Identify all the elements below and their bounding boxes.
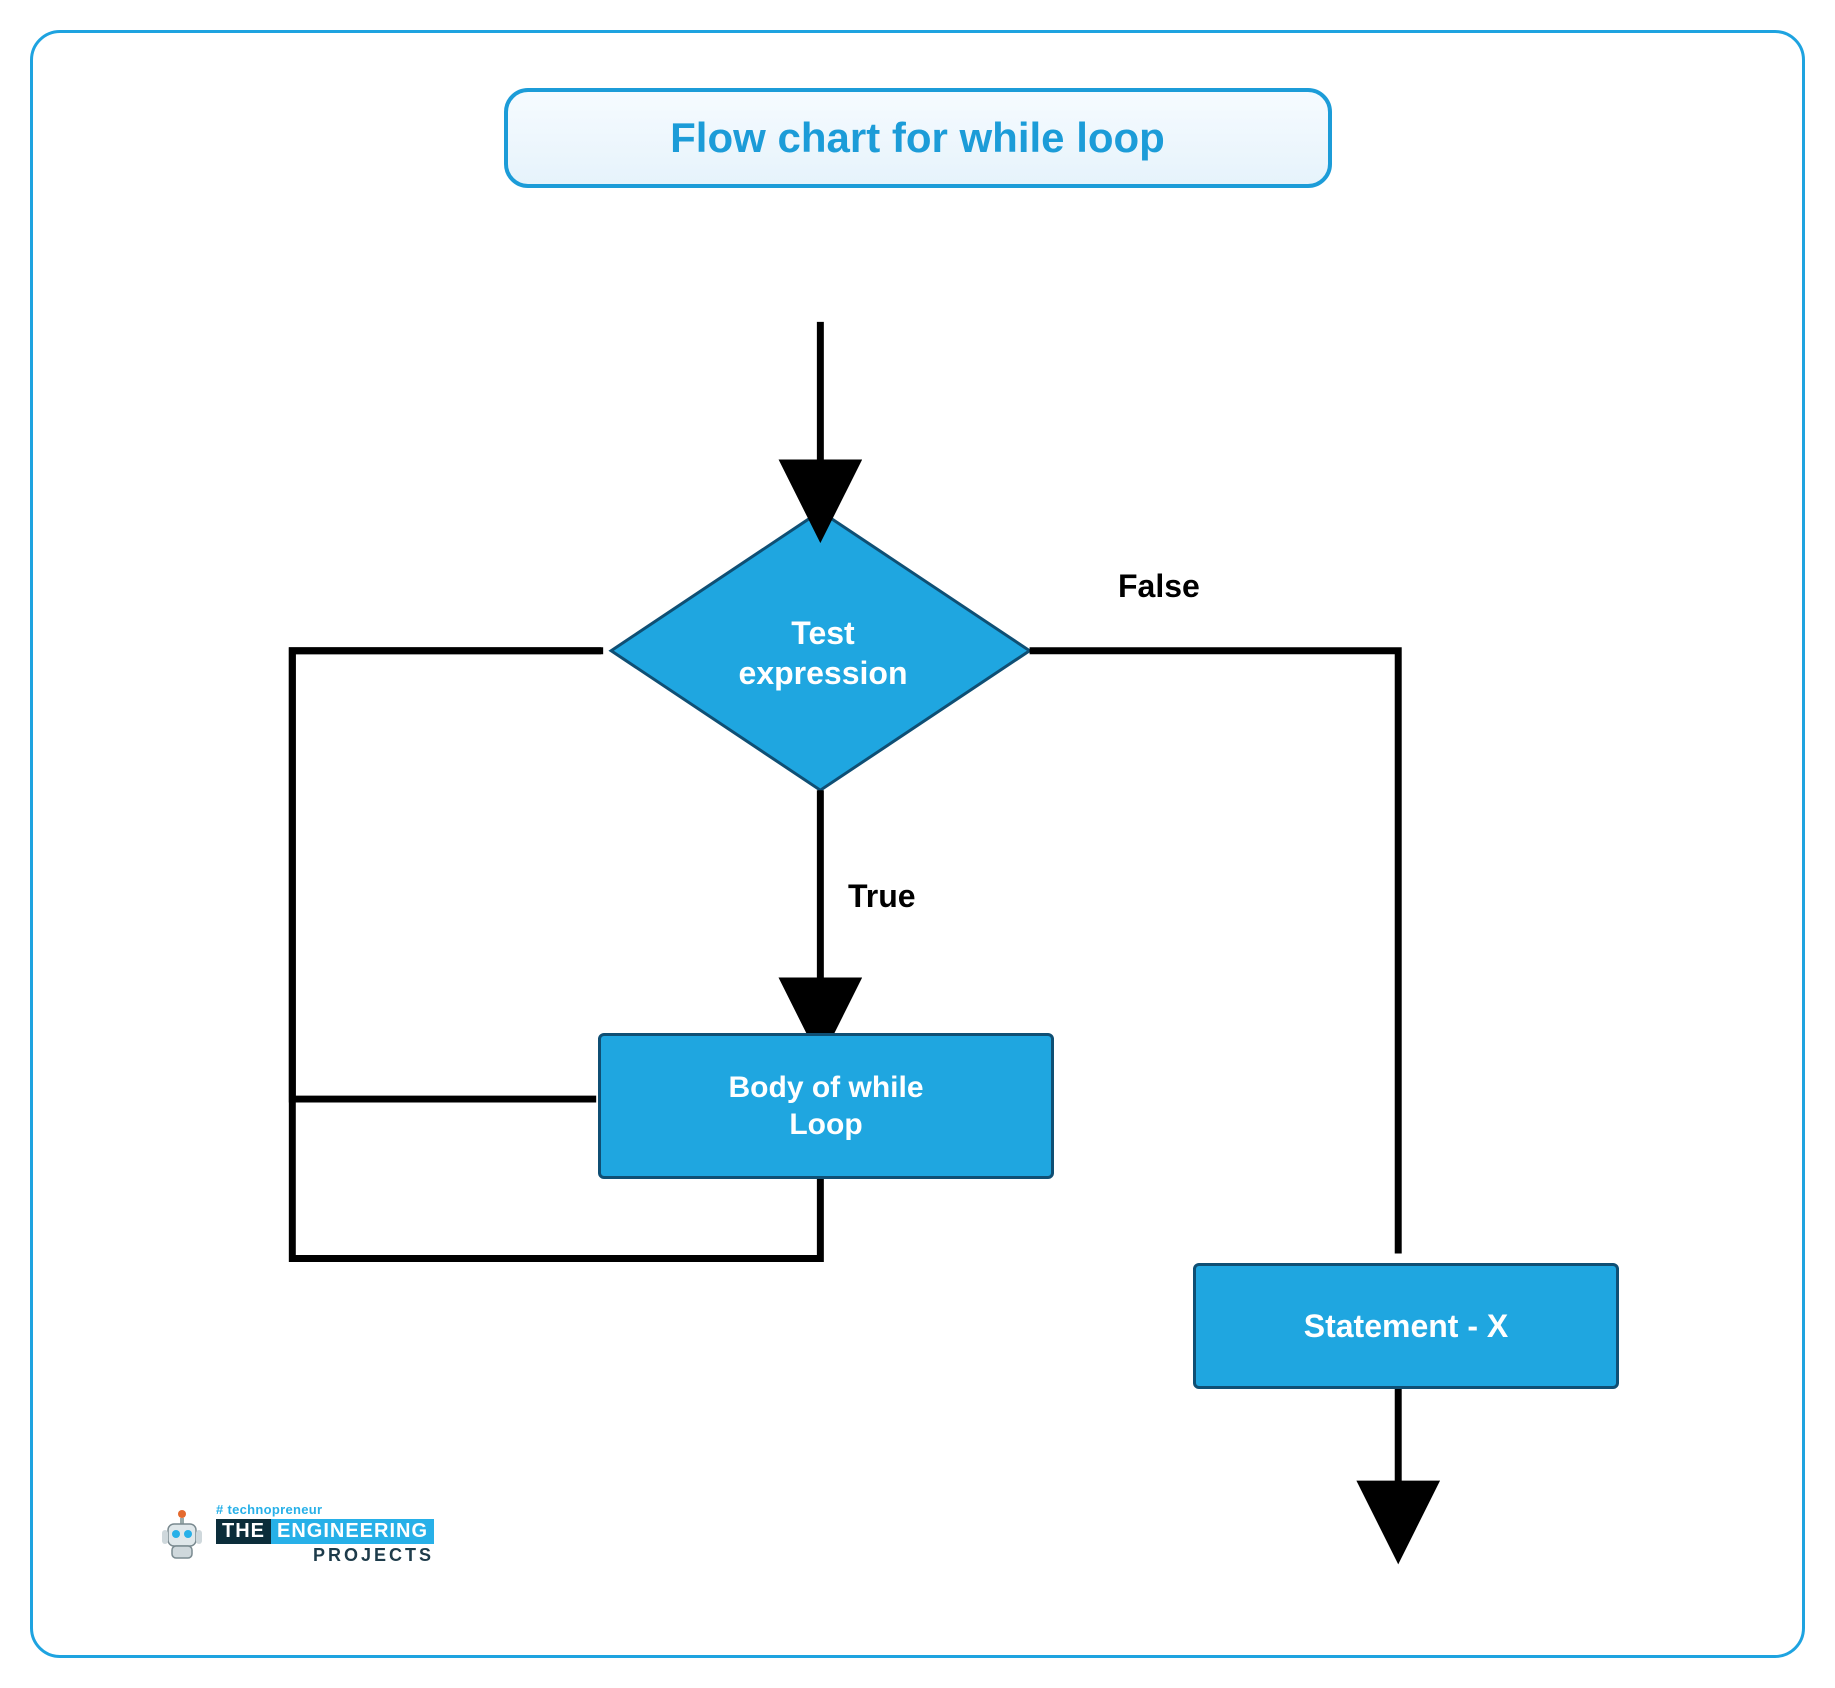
flowchart-svg [33, 33, 1802, 1655]
outer-frame: Flow chart for while loop [0, 0, 1835, 1688]
decision-text: Test expression [739, 613, 908, 693]
watermark-tag: # technopreneur [216, 1503, 434, 1517]
statement-text: Statement - X [1304, 1306, 1508, 1346]
rounded-panel: Flow chart for while loop [30, 30, 1805, 1658]
watermark: # technopreneur THE ENGINEERING PROJECTS [158, 1503, 434, 1565]
false-edge-label: False [1118, 568, 1200, 605]
watermark-engineering: ENGINEERING [271, 1519, 434, 1544]
watermark-the: THE [216, 1519, 271, 1544]
body-text: Body of while Loop [729, 1069, 924, 1144]
statement-node: Statement - X [1193, 1263, 1619, 1389]
body-node: Body of while Loop [598, 1033, 1054, 1179]
watermark-main: THE ENGINEERING [216, 1519, 434, 1544]
watermark-text: # technopreneur THE ENGINEERING PROJECTS [216, 1503, 434, 1565]
robot-icon [158, 1504, 206, 1564]
watermark-projects: PROJECTS [216, 1546, 434, 1565]
decision-node: Test expression [663, 563, 983, 743]
true-edge-label: True [848, 878, 916, 915]
